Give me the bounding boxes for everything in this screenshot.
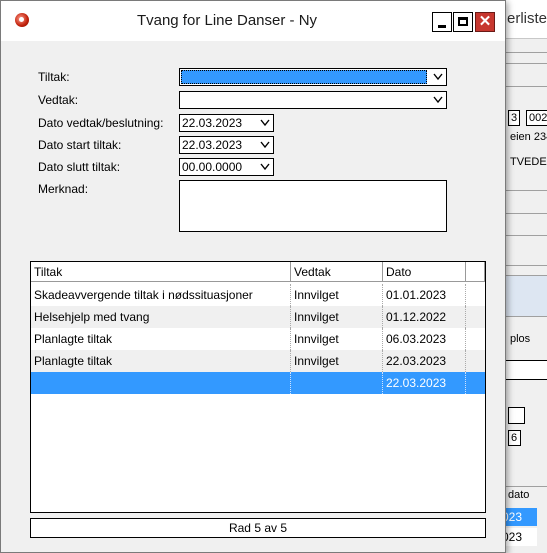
- background-field-b[interactable]: 002: [526, 110, 547, 126]
- close-button[interactable]: ✕: [475, 12, 495, 32]
- dropdown-button[interactable]: [429, 69, 446, 85]
- cell-vedtak: Innvilget: [291, 306, 383, 328]
- dropdown-button[interactable]: [429, 92, 446, 108]
- background-column-header[interactable]: dato: [506, 488, 542, 506]
- tiltak-grid[interactable]: Tiltak Vedtak Dato Skadeavvergende tilta…: [30, 261, 486, 513]
- chevron-down-icon: [433, 96, 443, 104]
- chevron-down-icon: [260, 141, 270, 149]
- dato-start-label: Dato start tiltak:: [38, 138, 122, 152]
- background-input[interactable]: [504, 360, 547, 380]
- background-window-title: erliste: [507, 10, 547, 27]
- column-header-tiltak[interactable]: Tiltak: [31, 262, 291, 282]
- background-field-a[interactable]: 3: [508, 110, 520, 126]
- column-header-spacer: [466, 262, 485, 282]
- dato-start-value: 22.03.2023: [182, 138, 243, 152]
- window-title: Tvang for Line Danser - Ny: [136, 12, 318, 29]
- cell-dato: 06.03.2023: [383, 328, 466, 350]
- dato-vedtak-field[interactable]: 22.03.2023: [179, 114, 274, 132]
- tiltak-label: Tiltak:: [38, 70, 70, 84]
- cell-vedtak: Innvilget: [291, 328, 383, 350]
- date-picker-button[interactable]: [256, 159, 273, 175]
- dato-slutt-field[interactable]: 00.00.0000: [179, 158, 274, 176]
- column-header-vedtak[interactable]: Vedtak: [291, 262, 383, 282]
- cell-tiltak: Helsehjelp med tvang: [31, 306, 291, 328]
- dato-vedtak-value: 22.03.2023: [182, 116, 243, 130]
- table-row[interactable]: Helsehjelp med tvang Innvilget 01.12.202…: [31, 306, 485, 328]
- vedtak-dropdown[interactable]: [179, 91, 447, 109]
- background-tab[interactable]: plos: [508, 332, 547, 348]
- date-picker-button[interactable]: [256, 115, 273, 131]
- tiltak-value: [181, 70, 427, 84]
- cell-tiltak: Planlagte tiltak: [31, 350, 291, 372]
- background-field-c[interactable]: 6: [508, 430, 521, 446]
- background-field-box[interactable]: [508, 407, 525, 424]
- minimize-button[interactable]: [432, 12, 452, 32]
- chevron-down-icon: [260, 119, 270, 127]
- dato-vedtak-label: Dato vedtak/beslutning:: [38, 116, 164, 130]
- tiltak-dropdown[interactable]: [179, 68, 447, 86]
- titlebar[interactable]: Tvang for Line Danser - Ny ✕: [1, 1, 505, 41]
- cell-dato: 22.03.2023: [383, 372, 466, 394]
- close-icon: ✕: [478, 13, 492, 30]
- table-row[interactable]: Planlagte tiltak Innvilget 06.03.2023: [31, 328, 485, 350]
- status-bar: Rad 5 av 5: [30, 518, 486, 538]
- table-row-selected[interactable]: 22.03.2023: [31, 372, 485, 394]
- cell-tiltak: Planlagte tiltak: [31, 328, 291, 350]
- cell-tiltak: Skadeavvergende tiltak i nødssituasjoner: [31, 284, 291, 306]
- cell-dato: 01.01.2023: [383, 284, 466, 306]
- dato-slutt-value: 00.00.0000: [182, 160, 243, 174]
- background-panel: [504, 275, 547, 317]
- column-header-dato[interactable]: Dato: [383, 262, 466, 282]
- maximize-button[interactable]: [453, 12, 473, 32]
- cell-vedtak: Innvilget: [291, 284, 383, 306]
- background-address: eien 234: [510, 131, 547, 143]
- merknad-label: Merknad:: [38, 182, 89, 196]
- tvang-dialog: Tvang for Line Danser - Ny ✕ Tiltak: Ved…: [0, 0, 506, 553]
- merknad-textarea[interactable]: [179, 180, 447, 232]
- dato-start-field[interactable]: 22.03.2023: [179, 136, 274, 154]
- cell-vedtak: Innvilget: [291, 350, 383, 372]
- cell-dato: 01.12.2022: [383, 306, 466, 328]
- cell-dato: 22.03.2023: [383, 350, 466, 372]
- vedtak-label: Vedtak:: [38, 93, 79, 107]
- dato-slutt-label: Dato slutt tiltak:: [38, 160, 121, 174]
- cell-vedtak: [291, 372, 383, 394]
- table-row[interactable]: Planlagte tiltak Innvilget 22.03.2023: [31, 350, 485, 372]
- chevron-down-icon: [433, 73, 443, 81]
- background-status: TVEDES: [510, 156, 547, 168]
- date-picker-button[interactable]: [256, 137, 273, 153]
- cell-tiltak: [31, 372, 291, 394]
- table-row[interactable]: Skadeavvergende tiltak i nødssituasjoner…: [31, 284, 485, 306]
- chevron-down-icon: [260, 163, 270, 171]
